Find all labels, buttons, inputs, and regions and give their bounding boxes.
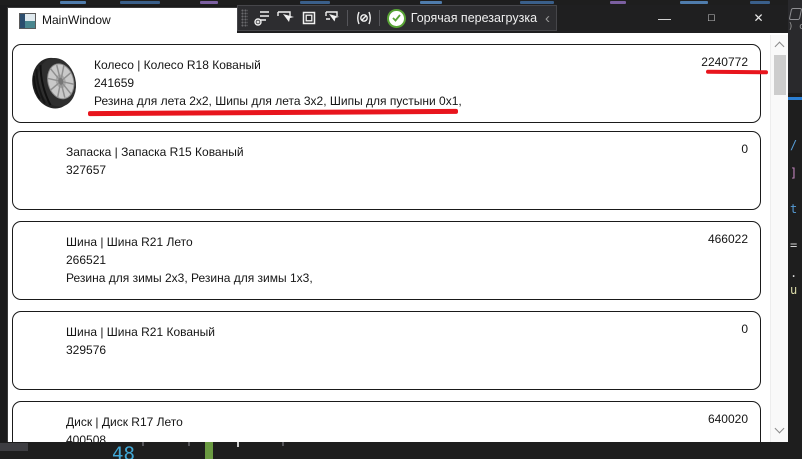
titlebar-dark-region: Горячая перезагрузка ‹ — □ ✕ (237, 5, 788, 33)
item-value: 640020 (708, 412, 748, 426)
background-text-fragment: ) c (788, 22, 802, 32)
list-item[interactable]: Шина | Шина R21 Кованый 329576 0 (12, 311, 761, 390)
tire-image (26, 53, 86, 112)
item-title: Шина | Шина R21 Кованый (66, 323, 215, 341)
item-materials: Резина для зимы 2x3, Резина для зимы 1x3… (66, 269, 313, 287)
item-value: 2240772 (701, 55, 748, 69)
item-id: 329576 (66, 341, 215, 359)
main-window: MainWindow (8, 8, 788, 442)
item-id: 327657 (66, 161, 244, 179)
item-id: 241659 (94, 74, 462, 92)
list-item[interactable]: Запаска | Запаска R15 Кованый 327657 0 (12, 131, 761, 210)
list-item[interactable]: Диск | Диск R17 Лето 400508 640020 (12, 401, 761, 442)
hot-reload-status-check-icon (387, 9, 405, 28)
window-controls: — □ ✕ (641, 5, 782, 31)
changed-line-indicator (205, 442, 213, 459)
code-fragment: u (790, 283, 797, 297)
code-fragment: = (790, 238, 797, 252)
minimize-button[interactable]: — (641, 5, 688, 31)
xaml-binding-failures-icon[interactable] (352, 7, 375, 29)
toolbar-separator (379, 10, 380, 26)
display-layout-adorners-icon[interactable] (297, 7, 320, 29)
background-code-strip-bottom: 48 returnmaterialString; (0, 442, 802, 459)
item-title: Запаска | Запаска R15 Кованый (66, 143, 244, 161)
editor-code-line: returnmaterialString; (330, 444, 581, 459)
background-icon-fragment (789, 8, 802, 20)
enable-selection-icon[interactable] (274, 7, 297, 29)
toolbar-separator (347, 10, 348, 26)
item-id: 266521 (66, 251, 313, 269)
xaml-debug-toolbar: Горячая перезагрузка ‹ (237, 5, 557, 31)
item-title: Колесо | Колесо R18 Кованый (94, 56, 462, 74)
code-fragment: . (790, 266, 797, 280)
code-fragment: t (790, 202, 797, 216)
background-blue-bar (788, 97, 802, 100)
close-button[interactable]: ✕ (735, 5, 782, 31)
item-title: Шина | Шина R21 Лето (66, 233, 313, 251)
item-materials: Резина для лета 2x2, Шипы для лета 3x2, … (94, 92, 462, 110)
list-item[interactable]: Шина | Шина R21 Лето 266521 Резина для з… (12, 221, 761, 300)
code-fragment: ] (790, 166, 797, 180)
item-value: 466022 (708, 232, 748, 246)
background-code-strip-right: ) c / ] t = . u (788, 0, 802, 459)
item-title: Диск | Диск R17 Лето (66, 413, 183, 431)
window-title: MainWindow (42, 13, 111, 27)
scroll-down-icon[interactable] (775, 425, 784, 434)
toolbar-grip-icon[interactable] (241, 9, 248, 27)
scrollbar-thumb[interactable] (774, 55, 786, 95)
app-icon (19, 13, 36, 29)
annotation-underline-value (706, 70, 768, 75)
go-to-live-visual-tree-icon[interactable] (251, 7, 274, 29)
background-block (0, 443, 28, 451)
editor-line-number: 48 (112, 443, 135, 459)
hot-reload-label: Горячая перезагрузка (411, 11, 537, 25)
item-id: 400508 (66, 431, 183, 442)
item-value: 0 (741, 322, 748, 336)
code-fragment: / (790, 138, 797, 152)
track-focused-element-icon[interactable] (320, 7, 343, 29)
vertical-scrollbar[interactable] (770, 35, 788, 442)
maximize-button[interactable]: □ (688, 5, 735, 31)
collapse-toolbar-chevron-icon[interactable]: ‹ (545, 10, 550, 27)
item-value: 0 (741, 142, 748, 156)
scroll-up-icon[interactable] (775, 41, 784, 50)
